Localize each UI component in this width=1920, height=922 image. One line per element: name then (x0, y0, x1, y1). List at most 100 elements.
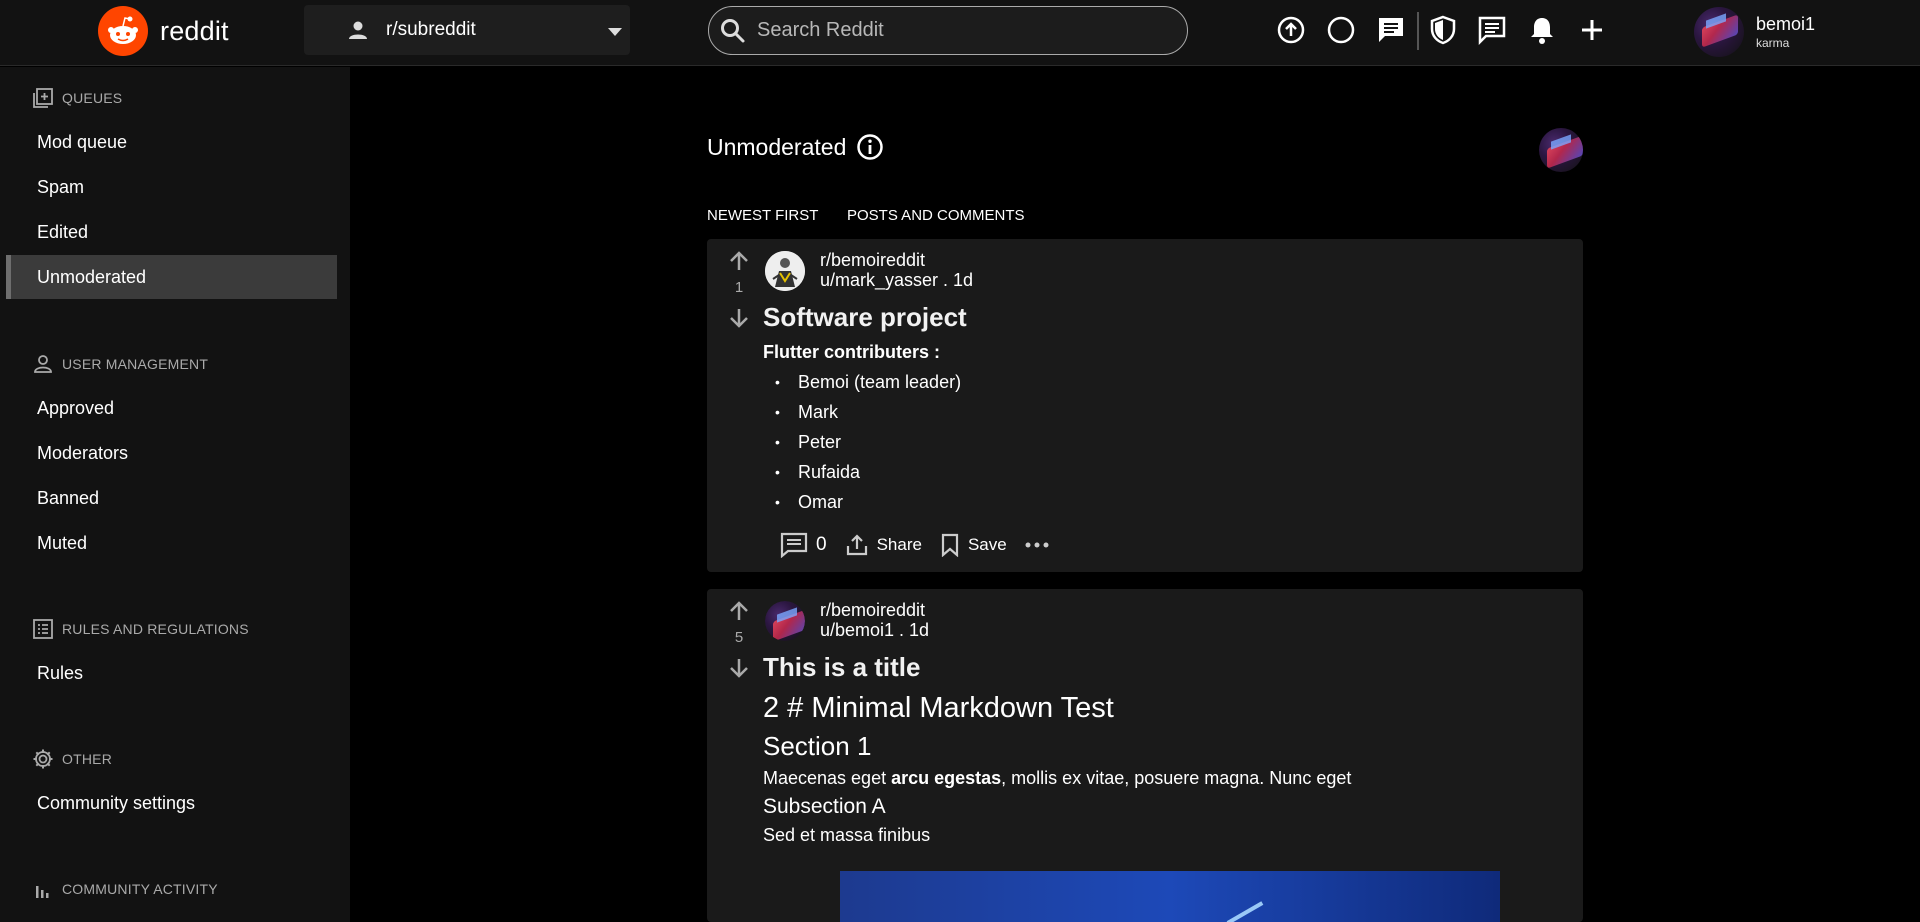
post-card[interactable]: 1 r/bemoireddit u/mark_yasser . 1d Softw… (707, 239, 1583, 572)
post-title[interactable]: Software project (763, 302, 967, 333)
paragraph-bold: arcu egestas (891, 768, 1002, 788)
vote-count: 1 (734, 279, 744, 296)
section-community-activity: COMMUNITY ACTIVITY (32, 878, 218, 900)
save-button[interactable]: Save (940, 533, 1007, 557)
author-line[interactable]: u/bemoi1 . 1d (820, 620, 929, 640)
upload-button[interactable] (1275, 14, 1307, 46)
sidebar-item-approved[interactable]: Approved (6, 386, 337, 430)
search-input[interactable] (757, 15, 1157, 45)
markdown-heading-1: 2 # Minimal Markdown Test (763, 692, 1114, 724)
shield-icon (1430, 15, 1456, 45)
upload-icon (1277, 16, 1305, 44)
karma-label: karma (1756, 36, 1790, 50)
share-button[interactable]: Share (845, 533, 922, 557)
reddit-logo-icon (98, 6, 148, 56)
markdown-paragraph: Sed et massa finibus (763, 825, 931, 845)
section-title: USER MANAGEMENT (62, 356, 209, 372)
downvote-icon[interactable] (727, 306, 751, 330)
sort-order-dropdown[interactable]: NEWEST FIRST (707, 207, 818, 224)
community-avatar (1539, 128, 1583, 172)
sidebar-item-rules[interactable]: Rules (6, 651, 337, 695)
subreddit-link[interactable]: r/bemoireddit (820, 250, 973, 270)
person-icon (34, 355, 52, 373)
user-menu[interactable]: bemoi1 karma (1694, 5, 1815, 59)
vote-count: 5 (734, 629, 744, 646)
share-label: Share (876, 535, 922, 554)
chevron-down-icon (608, 28, 622, 36)
subreddit-select[interactable]: r/subreddit (304, 5, 630, 55)
section-rules: RULES AND REGULATIONS (32, 618, 249, 640)
list-item: Rufaida (763, 457, 961, 487)
downvote-icon[interactable] (727, 656, 751, 680)
bar-chart-icon (36, 886, 49, 898)
sidebar-item-mod-queue[interactable]: Mod queue (6, 120, 337, 164)
paragraph-text: Maecenas eget (763, 768, 892, 788)
sidebar-item-community-settings[interactable]: Community settings (6, 781, 337, 825)
section-title: COMMUNITY ACTIVITY (62, 881, 218, 897)
list-item: Bemoi (team leader) (763, 367, 961, 397)
save-label: Save (967, 535, 1007, 554)
page-title: Unmoderated (707, 133, 884, 161)
comments-button[interactable]: 0 (780, 532, 827, 558)
avatar (1539, 128, 1583, 172)
search-bar[interactable] (708, 6, 1188, 55)
username: bemoi1 (1756, 14, 1816, 34)
sidebar-item-unmoderated[interactable]: Unmoderated (6, 255, 337, 299)
notifications-button[interactable] (1526, 14, 1558, 46)
gear-icon (33, 749, 53, 769)
section-other: OTHER (32, 748, 112, 770)
toolbar-divider (1417, 12, 1419, 50)
sidebar-item-banned[interactable]: Banned (6, 476, 337, 520)
markdown-heading-2: Section 1 (763, 731, 872, 761)
author-line[interactable]: u/mark_yasser . 1d (820, 270, 973, 290)
post-body: 2 # Minimal Markdown Test Section 1 Maec… (763, 692, 1351, 846)
section-title: OTHER (62, 751, 112, 767)
reddit-logo[interactable]: reddit (98, 6, 229, 56)
bookmark-icon (941, 533, 959, 557)
markdown-heading-3: Subsection A (763, 795, 886, 818)
queue-icon (33, 88, 53, 108)
markdown-paragraph: Maecenas eget arcu egestas, mollis ex vi… (763, 768, 1351, 789)
list-item: Peter (763, 427, 961, 457)
mod-shield-button[interactable] (1427, 14, 1459, 46)
avatar (765, 251, 805, 291)
circle-button[interactable] (1325, 14, 1357, 46)
avatar (765, 601, 805, 641)
list-icon (33, 619, 53, 639)
bell-icon (1531, 18, 1553, 44)
plus-icon (1582, 20, 1602, 40)
paragraph-text: , mollis ex vitae, posuere magna. Nunc e… (1001, 768, 1352, 788)
more-options-button[interactable] (1025, 541, 1049, 549)
avatar-image (765, 601, 805, 641)
post-card[interactable]: 5 r/bemoireddit u/bemoi1 . 1d This is a … (707, 589, 1583, 922)
post-body: Flutter contributers : Bemoi (team leade… (763, 342, 961, 517)
chat-icon (1379, 18, 1403, 42)
upvote-icon[interactable] (727, 249, 751, 273)
chat-button[interactable] (1375, 14, 1407, 46)
section-user-management: USER MANAGEMENT (32, 353, 208, 375)
post-title[interactable]: This is a title (763, 652, 921, 683)
section-queues: QUEUES (32, 87, 122, 109)
share-icon (846, 534, 867, 556)
post-image[interactable] (840, 871, 1500, 922)
content-type-dropdown[interactable]: POSTS AND COMMENTS (847, 207, 1025, 224)
top-bar: reddit r/subreddit Search Reddit bemoi1 … (0, 0, 1920, 66)
person-icon (349, 21, 367, 39)
info-icon[interactable] (856, 133, 884, 161)
subreddit-select-label: r/subreddit (386, 19, 476, 40)
sidebar-item-spam[interactable]: Spam (6, 165, 337, 209)
sidebar-item-moderators[interactable]: Moderators (6, 431, 337, 475)
upvote-icon[interactable] (727, 599, 751, 623)
sidebar-item-muted[interactable]: Muted (6, 521, 337, 565)
section-title: RULES AND REGULATIONS (62, 621, 249, 637)
section-title: QUEUES (62, 90, 123, 106)
create-post-button[interactable] (1576, 14, 1608, 46)
vote-column: 5 (717, 599, 761, 680)
comment-icon (780, 532, 808, 558)
vote-column: 1 (717, 249, 761, 330)
circle-icon (1327, 16, 1355, 44)
messages-button[interactable] (1476, 14, 1508, 46)
bullet-list: Bemoi (team leader) Mark Peter Rufaida O… (763, 367, 961, 517)
sidebar-item-edited[interactable]: Edited (6, 210, 337, 254)
subreddit-link[interactable]: r/bemoireddit (820, 600, 929, 620)
